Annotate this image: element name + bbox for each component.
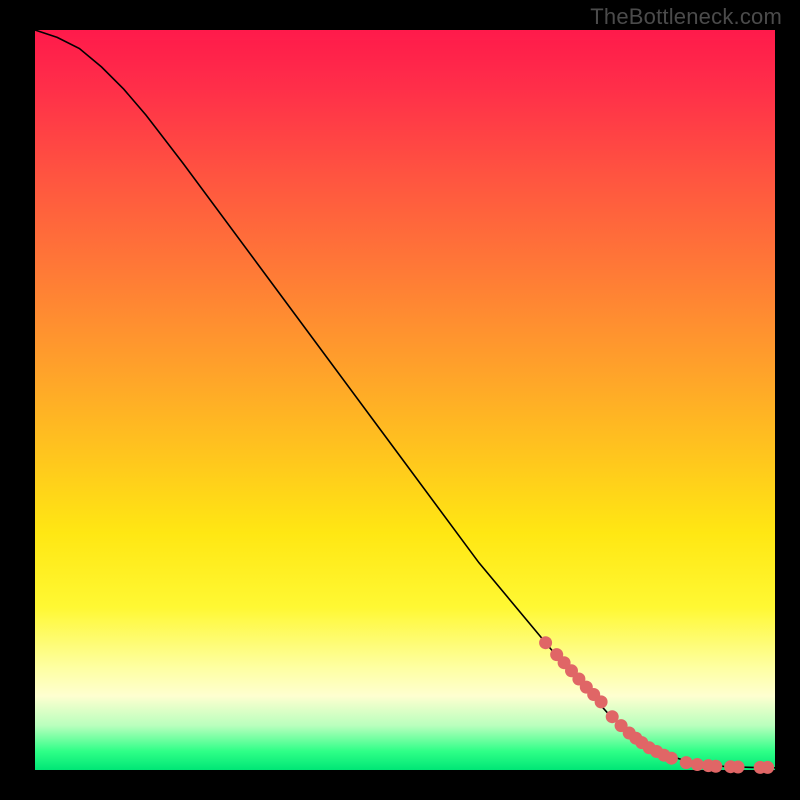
- plot-svg: [35, 30, 775, 770]
- data-point: [680, 756, 693, 769]
- chart-frame: TheBottleneck.com: [0, 0, 800, 800]
- plot-area: [35, 30, 775, 770]
- data-point: [761, 761, 774, 774]
- data-point: [709, 760, 722, 773]
- data-markers: [539, 636, 774, 774]
- data-point: [691, 758, 704, 771]
- data-point: [732, 761, 745, 774]
- data-point: [595, 695, 608, 708]
- watermark-text: TheBottleneck.com: [590, 4, 782, 30]
- data-point: [665, 752, 678, 765]
- data-point: [539, 636, 552, 649]
- bottleneck-curve: [35, 30, 775, 768]
